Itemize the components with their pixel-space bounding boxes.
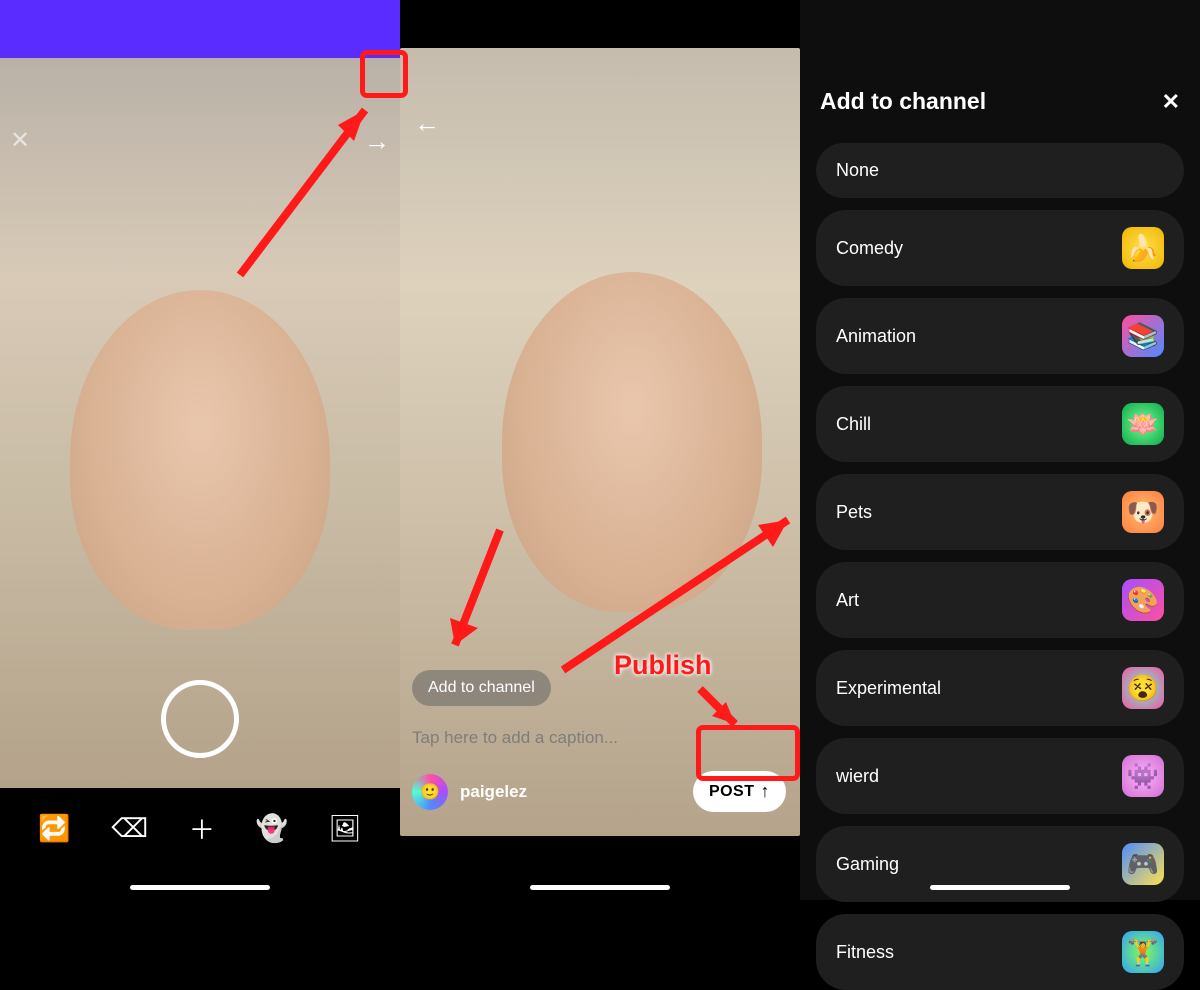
add-to-channel-chip[interactable]: Add to channel (412, 670, 551, 706)
channel-icon: 📚 (1122, 315, 1164, 357)
channel-label: Art (836, 590, 859, 611)
post-button-label: POST (709, 783, 755, 801)
avatar[interactable] (412, 774, 448, 810)
channel-icon: 🐶 (1122, 491, 1164, 533)
channel-item[interactable]: Chill 🪷 (816, 386, 1184, 462)
gallery-icon[interactable]: 🖼 (329, 813, 362, 844)
channel-label: Animation (836, 326, 916, 347)
post-preview-image: ← Add to channel paigelez POST ↑ (400, 48, 800, 836)
ghost-icon[interactable]: 👻 (256, 813, 288, 844)
editor-toolbar: 🔁 ⌫ ＋ 👻 🖼 (0, 788, 400, 868)
sheet-header: Add to channel ✕ (816, 88, 1184, 115)
add-to-channel-sheet: Add to channel ✕ None Comedy 🍌 Animation 📚 Ch… (800, 0, 1200, 900)
back-arrow-icon[interactable]: ← (414, 108, 440, 139)
channel-label: Pets (836, 502, 872, 523)
author-row: paigelez (412, 774, 527, 810)
photo-content (70, 290, 330, 630)
add-icon[interactable]: ＋ (189, 810, 215, 847)
channel-list: None Comedy 🍌 Animation 📚 Chill 🪷 Pets 🐶 Art 🎨 Expe… (816, 143, 1184, 990)
channel-item[interactable]: None (816, 143, 1184, 198)
home-indicator (530, 885, 670, 890)
channel-label: Gaming (836, 854, 899, 875)
channel-icon: 🎨 (1122, 579, 1164, 621)
status-bar (0, 0, 400, 58)
username-label: paigelez (460, 782, 527, 802)
home-indicator (930, 885, 1070, 890)
home-indicator (130, 885, 270, 890)
channel-label: Fitness (836, 942, 894, 963)
channel-label: Comedy (836, 238, 903, 259)
channel-item[interactable]: Pets 🐶 (816, 474, 1184, 550)
channel-item[interactable]: Comedy 🍌 (816, 210, 1184, 286)
capture-screen: ✕ → 🔁 ⌫ ＋ 👻 🖼 (0, 0, 400, 900)
channel-icon: 🍌 (1122, 227, 1164, 269)
channel-icon: 😵 (1122, 667, 1164, 709)
channel-item[interactable]: Animation 📚 (816, 298, 1184, 374)
photo-content (502, 272, 762, 612)
channel-icon: 🪷 (1122, 403, 1164, 445)
channel-label: None (836, 160, 879, 181)
channel-item[interactable]: wierd 👾 (816, 738, 1184, 814)
camera-preview: ✕ → (0, 58, 400, 788)
loop-icon[interactable]: 🔁 (38, 813, 70, 844)
post-preview-screen: ← Add to channel paigelez POST ↑ (400, 0, 800, 900)
channel-label: Experimental (836, 678, 941, 699)
channel-item[interactable]: Gaming 🎮 (816, 826, 1184, 902)
channel-icon: 🏋️ (1122, 931, 1164, 973)
delete-icon[interactable]: ⌫ (111, 813, 148, 844)
channel-label: wierd (836, 766, 879, 787)
channel-item[interactable]: Art 🎨 (816, 562, 1184, 638)
channel-item[interactable]: Experimental 😵 (816, 650, 1184, 726)
channel-item[interactable]: Fitness 🏋️ (816, 914, 1184, 990)
record-button[interactable] (161, 680, 239, 758)
channel-label: Chill (836, 414, 871, 435)
channel-icon: 👾 (1122, 755, 1164, 797)
close-icon[interactable]: ✕ (1162, 89, 1180, 115)
post-button[interactable]: POST ↑ (693, 771, 786, 812)
next-arrow-icon[interactable]: → (364, 126, 390, 157)
caption-input[interactable] (412, 728, 712, 748)
upload-arrow-icon: ↑ (761, 781, 771, 802)
sheet-title: Add to channel (820, 88, 986, 115)
channel-icon: 🎮 (1122, 843, 1164, 885)
close-icon[interactable]: ✕ (10, 126, 30, 155)
